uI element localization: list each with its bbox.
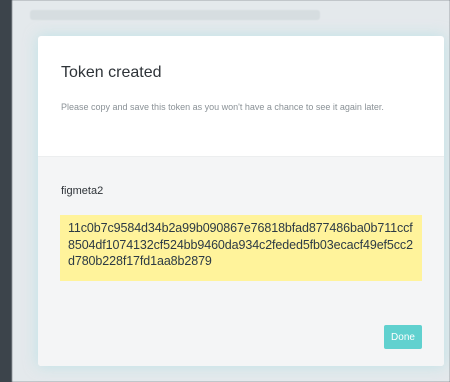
token-value-box[interactable]: 11c0b7c9584d34b2a99b090867e76818bfad8774…: [60, 215, 422, 281]
token-name: figmeta2: [61, 185, 104, 197]
token-value[interactable]: 11c0b7c9584d34b2a99b090867e76818bfad8774…: [68, 220, 416, 270]
window-edge: [0, 0, 12, 382]
dialog-title: Token created: [61, 64, 162, 81]
dialog-description: Please copy and save this token as you w…: [61, 102, 384, 112]
dialog-body: figmeta2 11c0b7c9584d34b2a99b090867e7681…: [38, 156, 444, 366]
background-header-bar: [30, 10, 320, 20]
token-created-dialog: Token created Please copy and save this …: [38, 36, 444, 366]
done-button[interactable]: Done: [384, 325, 422, 349]
